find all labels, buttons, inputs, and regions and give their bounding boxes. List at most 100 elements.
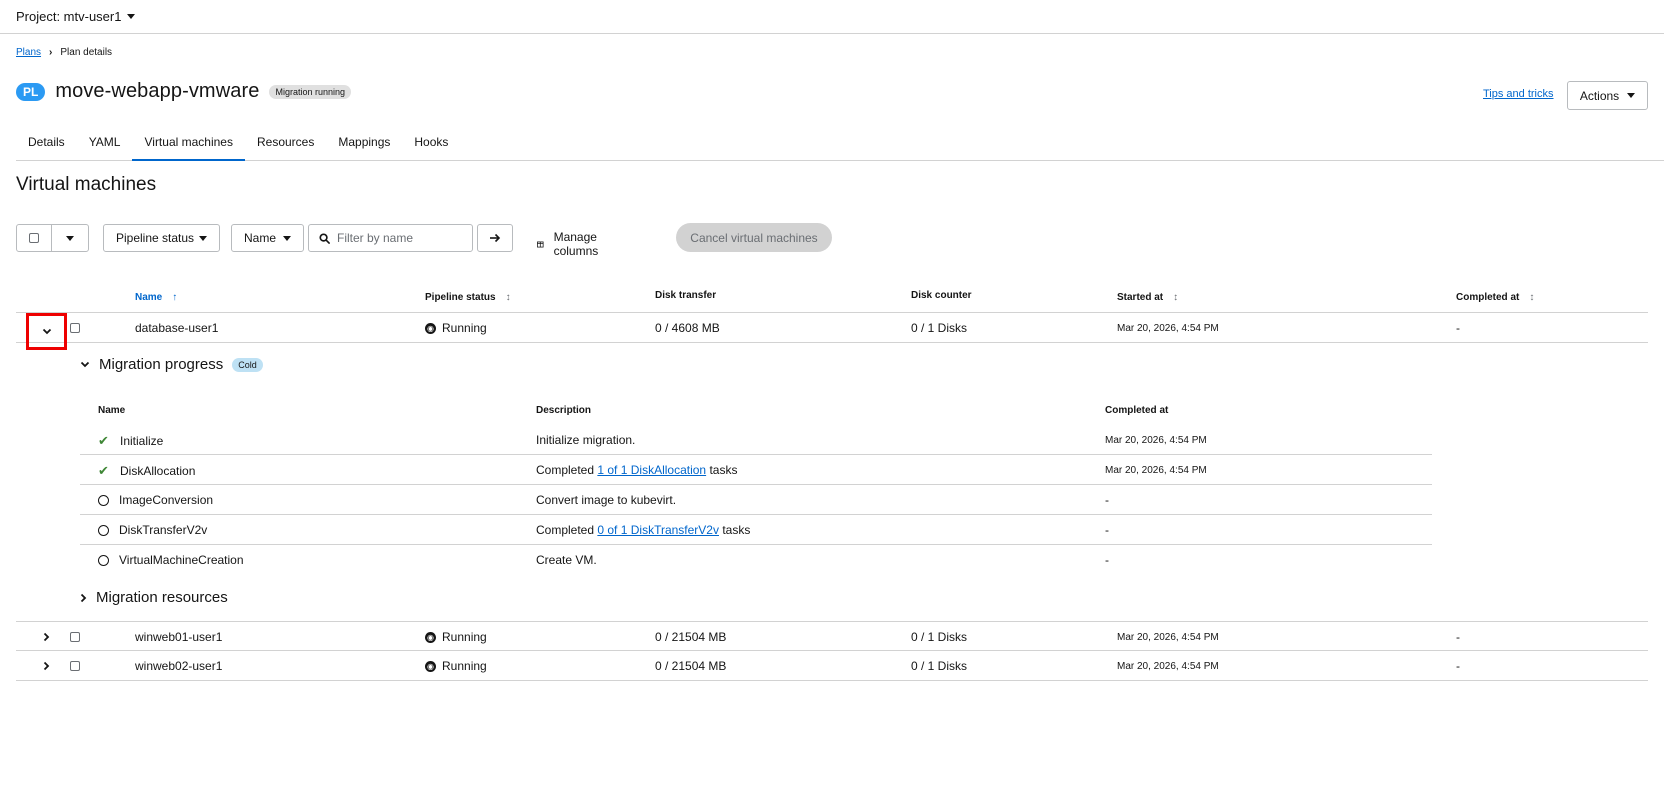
step-completed-at: - [1105, 523, 1109, 537]
pending-circle-icon [98, 494, 109, 506]
breadcrumb-plans-link[interactable]: Plans [16, 47, 41, 58]
search-submit-button[interactable] [477, 224, 513, 252]
step-description: Create VM. [536, 553, 597, 567]
check-icon: ✔ [98, 463, 109, 478]
vm-name: database-user1 [135, 321, 219, 335]
caret-down-icon [127, 14, 136, 19]
progress-table-header: Name Description Completed at [80, 395, 1432, 425]
name-filter-label: Name [244, 231, 277, 245]
completed-at: - [1456, 659, 1460, 673]
progress-col-name: Name [98, 405, 126, 416]
pending-circle-icon [98, 524, 109, 536]
row-checkbox[interactable] [70, 661, 80, 671]
vm-name: winweb02-user1 [135, 659, 223, 673]
migration-resources-title: Migration resources [96, 589, 228, 606]
col-pipeline-label: Pipeline status [425, 292, 496, 303]
step-description-text: Initialize migration. [536, 433, 636, 447]
bulk-select-checkbox[interactable] [29, 233, 39, 243]
actions-label: Actions [1579, 88, 1620, 103]
table-row: database-user1 ◉ Running 0 / 4608 MB 0 /… [16, 313, 1648, 350]
step-description: Completed 1 of 1 DiskAllocation tasks [536, 463, 737, 477]
sort-ascending-icon: ↑ [172, 292, 178, 303]
actions-button[interactable]: Actions [1567, 81, 1648, 110]
col-completed-label: Completed at [1456, 292, 1520, 303]
col-started-at[interactable]: Started at ↕ [1117, 292, 1178, 303]
pipeline-status-label: Running [442, 659, 487, 673]
chevron-right-icon [43, 632, 50, 642]
project-bar: Project: mtv-user1 [0, 0, 1664, 34]
table-header: Name ↑ Pipeline status ↕ Disk transfer D… [16, 280, 1648, 313]
migration-resources-toggle[interactable]: Migration resources [80, 589, 228, 606]
step-name-label: VirtualMachineCreation [119, 553, 244, 567]
search-input[interactable] [337, 231, 457, 245]
tab-resources[interactable]: Resources [245, 124, 326, 161]
cancel-virtual-machines-button[interactable]: Cancel virtual machines [676, 223, 832, 252]
col-disk-counter: Disk counter [911, 290, 972, 301]
step-completed-at: Mar 20, 2026, 4:54 PM [1105, 435, 1207, 446]
step-name: ImageConversion [98, 493, 213, 507]
tab-mappings[interactable]: Mappings [326, 124, 402, 161]
step-description-text: Create VM. [536, 553, 597, 567]
disk-counter: 0 / 1 Disks [911, 630, 968, 644]
name-filter-select[interactable]: Name [231, 224, 304, 252]
step-description-suffix: tasks [706, 463, 738, 477]
chevron-down-icon [80, 361, 90, 368]
step-description-text: Completed [536, 463, 598, 477]
table-row: winweb01-user1 ◉ Running 0 / 21504 MB 0 … [16, 621, 1648, 651]
step-name-label: ImageConversion [119, 493, 214, 507]
pipeline-status: ◉ Running [425, 321, 487, 335]
step-name: ✔ Initialize [98, 433, 163, 449]
progress-col-description: Description [536, 405, 592, 416]
progress-row: VirtualMachineCreation Create VM. - [80, 545, 1432, 575]
tab-virtual-machines[interactable]: Virtual machines [132, 124, 245, 161]
pipeline-status-filter[interactable]: Pipeline status [103, 224, 220, 252]
disk-transfer-tasks-link[interactable]: 0 of 1 DiskTransferV2v [597, 523, 719, 537]
vm-table: Name ↑ Pipeline status ↕ Disk transfer D… [16, 280, 1648, 681]
step-completed-at: - [1105, 493, 1109, 507]
project-label: Project: mtv-user1 [16, 9, 122, 24]
search-icon [319, 232, 330, 244]
bulk-select-checkbox-area[interactable] [17, 225, 52, 251]
project-selector[interactable]: Project: mtv-user1 [16, 9, 136, 24]
running-icon: ◉ [425, 322, 436, 334]
row-checkbox[interactable] [70, 632, 80, 642]
tab-details[interactable]: Details [16, 124, 77, 161]
caret-down-icon [283, 235, 291, 241]
started-at: Mar 20, 2026, 4:54 PM [1117, 323, 1219, 334]
columns-icon [537, 241, 544, 247]
chevron-right-icon: › [49, 47, 53, 58]
tab-yaml[interactable]: YAML [77, 124, 133, 161]
disk-transfer: 0 / 4608 MB [655, 321, 720, 335]
pipeline-status-label: Running [442, 321, 487, 335]
col-completed-at[interactable]: Completed at ↕ [1456, 292, 1534, 303]
tips-and-tricks-link[interactable]: Tips and tricks [1483, 88, 1554, 100]
step-completed-at: - [1105, 553, 1109, 567]
col-pipeline-status[interactable]: Pipeline status ↕ [425, 292, 511, 303]
col-disk-transfer: Disk transfer [655, 290, 716, 301]
plan-badge: PL [16, 82, 46, 101]
migration-progress-toggle[interactable]: Migration progress Cold [80, 356, 263, 373]
progress-row: ✔ Initialize Initialize migration. Mar 2… [80, 425, 1432, 455]
manage-columns-button[interactable]: Manage columns [537, 230, 604, 258]
step-name: ✔ DiskAllocation [98, 463, 195, 479]
arrow-right-icon [490, 233, 501, 243]
breadcrumb: Plans › Plan details [16, 47, 112, 58]
tab-hooks[interactable]: Hooks [402, 124, 460, 161]
step-name-label: Initialize [120, 434, 164, 448]
pipeline-status: ◉ Running [425, 630, 487, 644]
started-at: Mar 20, 2026, 4:54 PM [1117, 632, 1219, 643]
migration-type-badge: Cold [232, 357, 263, 372]
step-name-label: DiskTransferV2v [119, 523, 208, 537]
bulk-select-dropdown[interactable] [52, 225, 88, 251]
col-started-label: Started at [1117, 292, 1164, 303]
expand-toggle-button[interactable] [26, 651, 67, 681]
pipeline-status: ◉ Running [425, 659, 487, 673]
step-name: VirtualMachineCreation [98, 553, 244, 567]
col-name[interactable]: Name ↑ [135, 292, 177, 303]
row-checkbox[interactable] [70, 323, 80, 333]
step-description: Initialize migration. [536, 433, 635, 447]
disk-allocation-tasks-link[interactable]: 1 of 1 DiskAllocation [597, 463, 706, 477]
expand-toggle-button[interactable] [26, 622, 67, 652]
migration-progress-table: Name Description Completed at ✔ Initiali… [80, 395, 1432, 575]
disk-transfer: 0 / 21504 MB [655, 659, 727, 673]
